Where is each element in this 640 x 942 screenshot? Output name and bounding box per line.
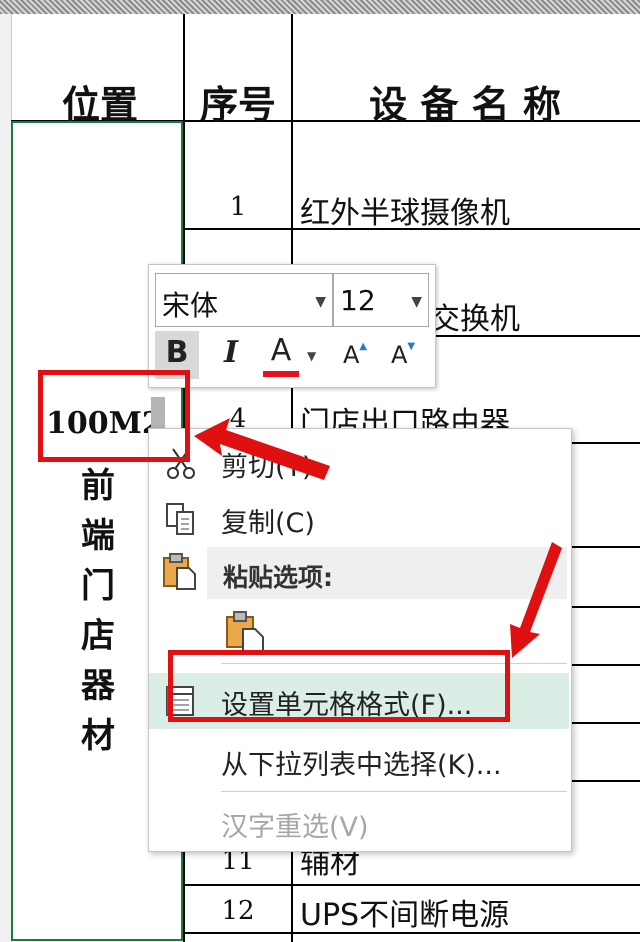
mini-toolbar: 宋体 ▼ 12 ▼ B I A ▼ A▲ A▼	[148, 264, 436, 388]
table-cell-name[interactable]: 交换机	[430, 294, 520, 338]
table-cell-name[interactable]: UPS不间断电源	[300, 890, 509, 934]
italic-button[interactable]: I	[209, 331, 253, 379]
font-size-combobox[interactable]: 12 ▼	[333, 273, 429, 327]
shrink-font-letter: A	[390, 341, 408, 369]
copy-icon	[163, 501, 199, 537]
annotation-box-format-cells	[168, 650, 510, 722]
paste-button[interactable]	[223, 609, 267, 655]
merged-cell-char: 端	[81, 516, 115, 556]
merged-cell-char: 材	[81, 716, 115, 756]
annotation-arrow-left	[194, 418, 330, 480]
table-cell-seq[interactable]: 1	[185, 192, 291, 222]
header-device-name[interactable]: 设 备 名 称	[300, 74, 630, 129]
table-cell-name[interactable]: 红外半球摄像机	[300, 188, 510, 232]
menu-separator	[221, 791, 567, 792]
font-name-combobox[interactable]: 宋体 ▼	[155, 273, 333, 327]
chevron-down-icon[interactable]: ▼	[315, 294, 326, 310]
menu-item-label: 复制(C)	[221, 508, 315, 539]
chevron-down-icon[interactable]: ▼	[307, 349, 316, 363]
row-border	[570, 722, 640, 724]
clipboard-icon	[159, 551, 199, 591]
header-seq[interactable]: 序号	[185, 74, 291, 129]
chevron-down-icon[interactable]: ▼	[411, 294, 422, 310]
merged-cell-char: 店	[81, 616, 115, 656]
menu-item-label: 从下拉列表中选择(K)...	[221, 750, 502, 781]
menu-item-reconvert[interactable]: 汉字重选(V)	[149, 795, 569, 851]
annotation-box-cell	[38, 370, 190, 462]
caret-up-icon: ▲	[359, 341, 368, 352]
menu-item-pick-from-list[interactable]: 从下拉列表中选择(K)...	[149, 733, 569, 789]
caret-down-icon: ▼	[407, 341, 416, 352]
row-border	[570, 606, 640, 608]
paste-options-label: 粘贴选项:	[223, 563, 333, 592]
merged-cell-char: 前	[81, 466, 115, 506]
font-color-letter: A	[270, 333, 292, 368]
merged-cell-char: 门	[81, 566, 115, 606]
grow-font-letter: A	[342, 341, 360, 369]
table-cell-seq[interactable]: 12	[185, 896, 291, 926]
row-border	[570, 546, 640, 548]
annotation-arrow-down	[510, 542, 562, 658]
menu-item-label: 汉字重选(V)	[221, 812, 369, 843]
menu-item-copy[interactable]: 复制(C)	[149, 491, 569, 547]
row-border	[183, 884, 640, 886]
merged-cell-char: 器	[81, 666, 115, 706]
font-color-button[interactable]: A	[259, 331, 303, 379]
font-color-swatch	[263, 371, 299, 377]
shrink-font-button[interactable]: A▼	[381, 331, 425, 379]
row-border	[570, 780, 640, 782]
font-name-value: 宋体	[162, 289, 219, 322]
font-size-value: 12	[340, 284, 376, 317]
sheet-top-band	[0, 0, 640, 14]
grow-font-button[interactable]: A▲	[333, 331, 377, 379]
row-border	[570, 664, 640, 666]
